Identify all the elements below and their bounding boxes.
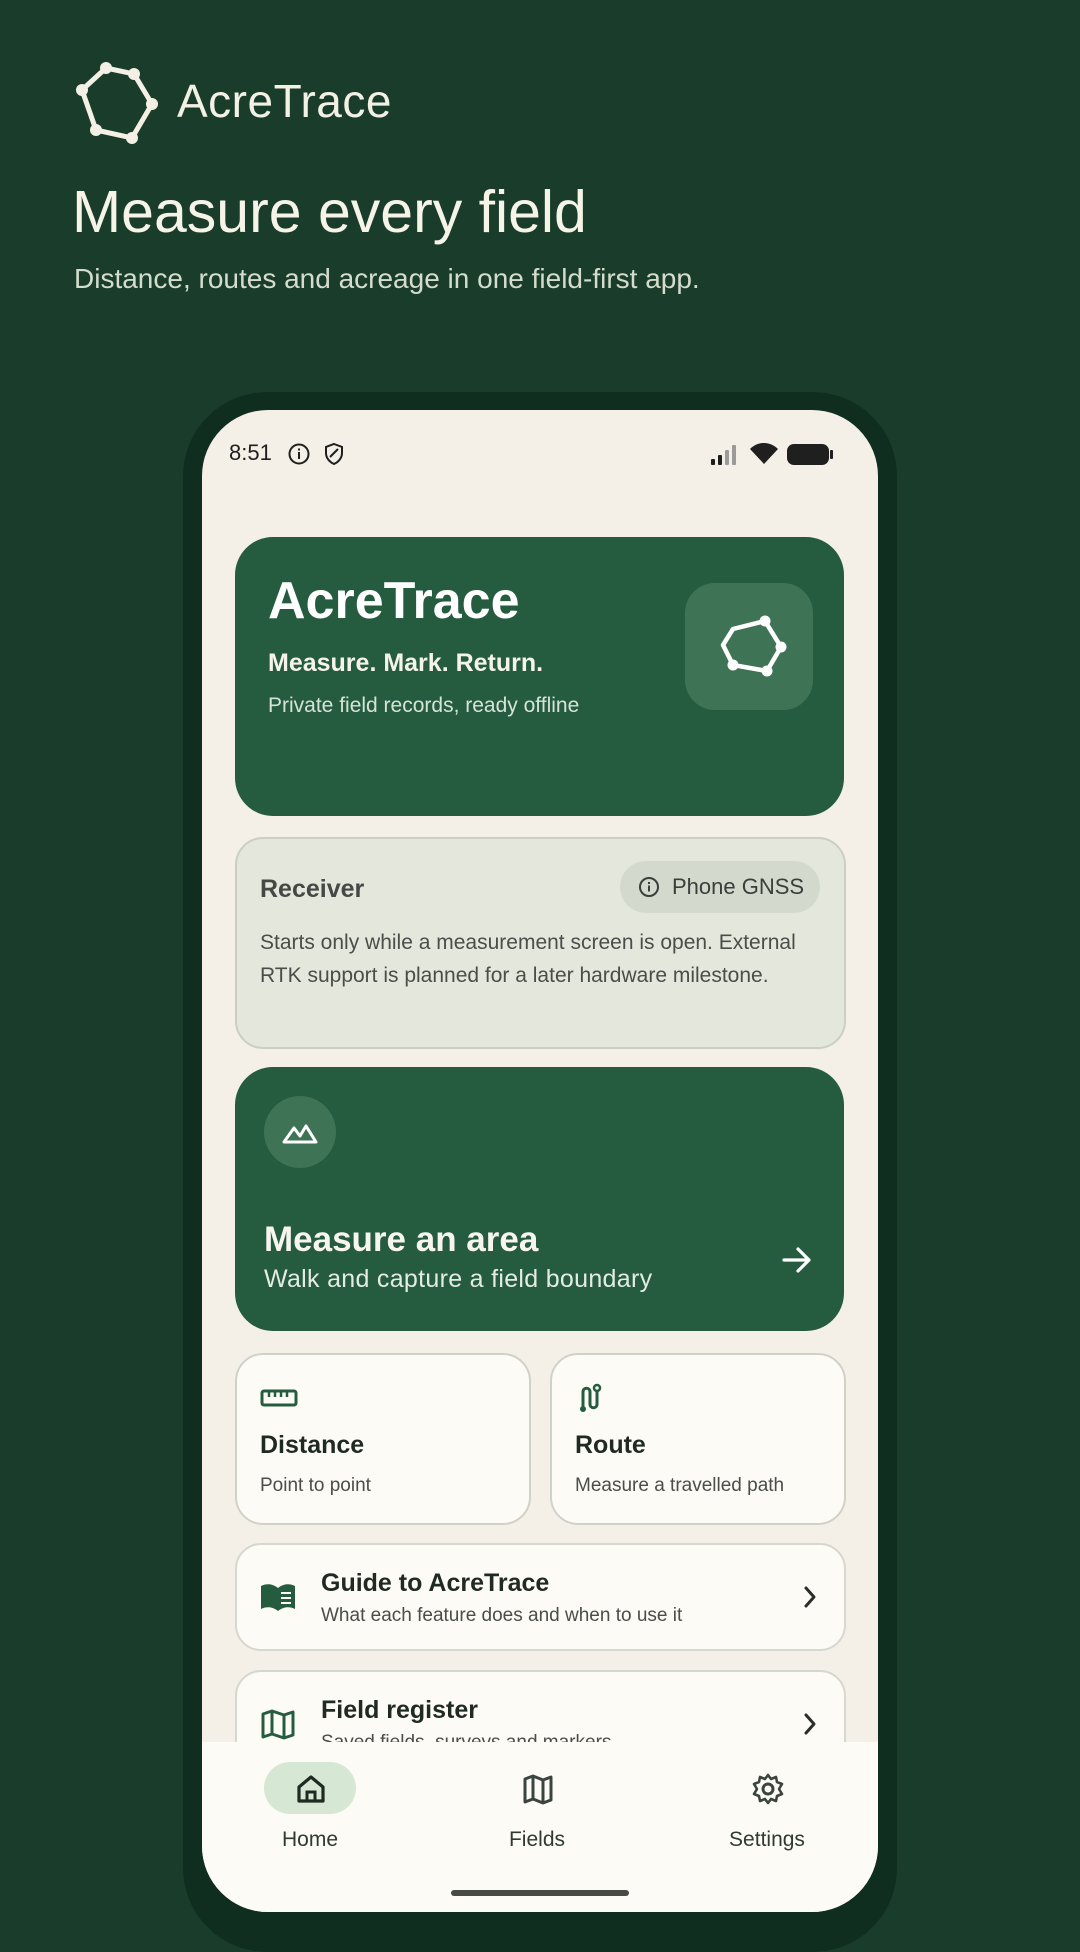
distance-tile[interactable]: Distance Point to point: [235, 1353, 531, 1525]
polygon-logo-icon: [76, 62, 158, 144]
page-subhead: Distance, routes and acreage in one fiel…: [74, 263, 700, 294]
hero-description: Private field records, ready offline: [268, 694, 580, 717]
home-icon: [297, 1775, 325, 1803]
route-tile-title: Route: [575, 1431, 646, 1459]
receiver-card: Receiver Phone GNSS Starts only while a …: [235, 837, 846, 1049]
route-icon: [580, 1383, 602, 1412]
status-time: 8:51: [229, 440, 272, 465]
battery-icon: [787, 444, 833, 465]
measure-area-card[interactable]: Measure an area Walk and capture a field…: [235, 1067, 844, 1331]
receiver-chip[interactable]: Phone GNSS: [620, 861, 820, 913]
signal-icon: [711, 445, 736, 465]
guide-row-title: Guide to AcreTrace: [321, 1569, 550, 1597]
polygon-logo-icon: [720, 615, 787, 677]
nav-item-home[interactable]: Home: [232, 1742, 392, 1872]
hero-card: AcreTrace Measure. Mark. Return. Private…: [235, 537, 844, 816]
receiver-title: Receiver: [260, 875, 365, 903]
receiver-description: Starts only while a measurement screen i…: [260, 931, 796, 987]
ruler-icon: [260, 1389, 298, 1407]
home-indicator[interactable]: [451, 1890, 629, 1896]
page-headline: Measure every field: [72, 179, 587, 245]
map-icon: [523, 1774, 553, 1805]
wifi-icon: [750, 443, 778, 464]
chevron-right-icon: [804, 1713, 816, 1735]
hero-title: AcreTrace: [268, 572, 520, 630]
phone-screen: 8:51 AcreTrace Measure. Mark. Return. Pr…: [202, 410, 878, 1912]
chevron-right-icon: [804, 1586, 816, 1608]
route-tile-subtitle: Measure a travelled path: [575, 1475, 785, 1496]
info-icon: [639, 877, 659, 897]
nav-label-fields: Fields: [508, 1828, 566, 1851]
route-tile[interactable]: Route Measure a travelled path: [550, 1353, 846, 1525]
measure-area-subtitle: Walk and capture a field boundary: [264, 1265, 653, 1293]
bottom-navigation: Home Fields Settings: [202, 1742, 878, 1912]
book-icon: [261, 1584, 295, 1611]
nav-label-settings: Settings: [729, 1828, 805, 1851]
shield-icon: [325, 442, 343, 466]
hero-tagline: Measure. Mark. Return.: [268, 649, 544, 677]
info-icon: [288, 443, 310, 465]
distance-tile-subtitle: Point to point: [260, 1475, 371, 1496]
distance-tile-title: Distance: [260, 1431, 365, 1459]
field-register-row-title: Field register: [321, 1696, 478, 1724]
map-icon: [261, 1709, 295, 1740]
arrow-right-icon: [782, 1247, 811, 1273]
measure-area-title: Measure an area: [264, 1220, 539, 1259]
receiver-chip-label: Phone GNSS: [672, 874, 805, 899]
nav-label-home: Home: [281, 1828, 339, 1851]
guide-row-subtitle: What each feature does and when to use i…: [321, 1605, 683, 1626]
measure-area-icon-badge: [264, 1096, 336, 1168]
nav-item-settings[interactable]: Settings: [689, 1742, 849, 1872]
guide-row[interactable]: Guide to AcreTrace What each feature doe…: [235, 1543, 846, 1651]
nav-item-fields[interactable]: Fields: [459, 1742, 619, 1872]
terrain-icon: [282, 1124, 318, 1144]
brand-name: AcreTrace: [177, 75, 392, 127]
gear-icon: [752, 1773, 784, 1805]
hero-logo-badge: [685, 583, 813, 710]
